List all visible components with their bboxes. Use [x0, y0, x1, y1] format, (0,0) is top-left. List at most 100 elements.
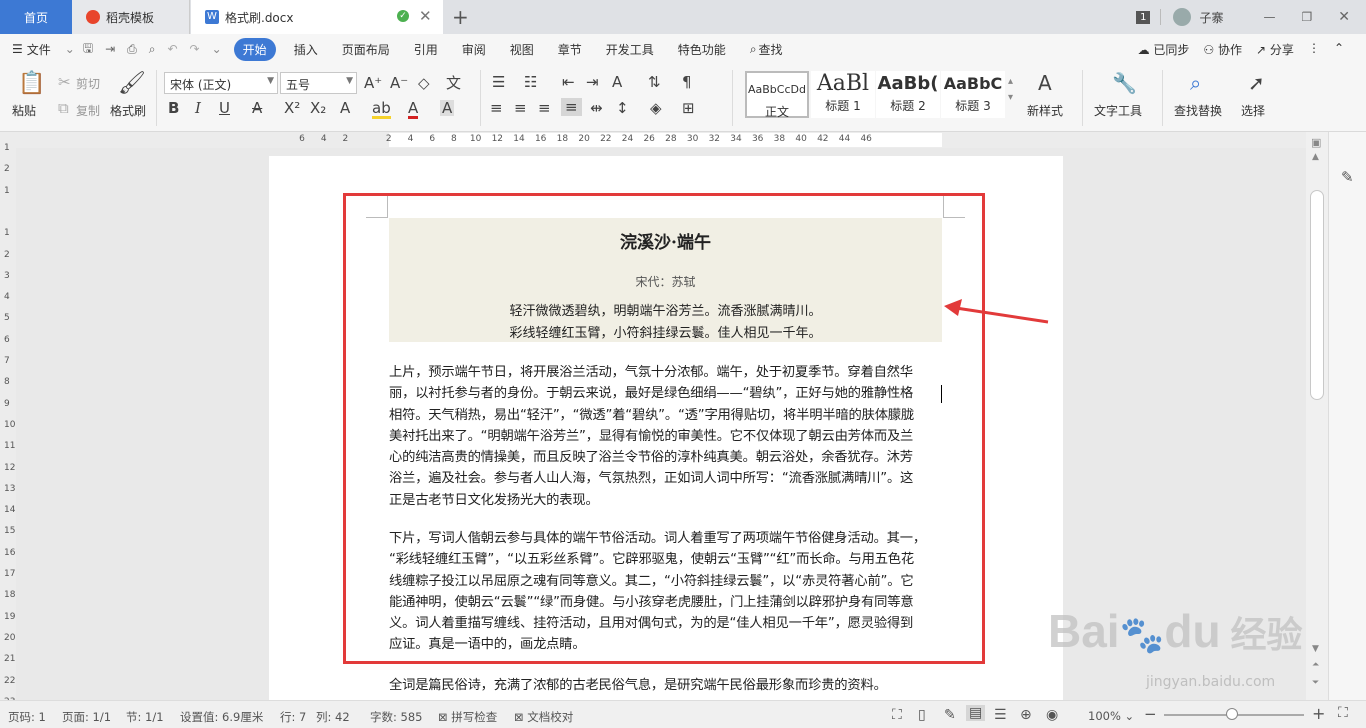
style-heading2[interactable]: AaBb( 标题 2	[876, 71, 940, 118]
text-effect-icon[interactable]: A	[340, 100, 350, 116]
status-pages[interactable]: 页面: 1/1	[62, 709, 111, 725]
zoom-select[interactable]: 100% ⌄	[1088, 709, 1134, 723]
menu-layout[interactable]: 页面布局	[342, 41, 390, 58]
export-icon[interactable]: ⇥	[105, 42, 115, 56]
format-painter-button[interactable]: 格式刷	[110, 102, 146, 119]
horizontal-ruler[interactable]: 6 4 2 2 4 6 8 10 12 14 16 18 20 22 24 26 28 30 32 34 36 38 40 4…	[0, 132, 1366, 148]
status-setting[interactable]: 设置值: 6.9厘米	[180, 709, 263, 725]
status-col[interactable]: 列: 42	[316, 709, 350, 725]
menu-chapter[interactable]: 章节	[558, 41, 582, 58]
fullscreen-icon[interactable]: ⛶	[892, 707, 902, 723]
menu-search[interactable]: 查找	[759, 41, 783, 58]
align-center-icon[interactable]: ≡	[514, 100, 527, 116]
status-page[interactable]: 页码: 1	[8, 709, 46, 725]
format-painter-icon[interactable]: 🖌	[118, 72, 146, 96]
print-icon[interactable]: ⎙	[127, 42, 137, 57]
shading-icon[interactable]: ◈	[650, 100, 662, 116]
font-name-select[interactable]: 宋体 (正文) ▼	[164, 72, 278, 94]
cursor-icon[interactable]: ➚	[1248, 72, 1265, 94]
menu-file[interactable]: 文件	[27, 41, 51, 58]
zoom-out-icon[interactable]: −	[1144, 705, 1157, 723]
cut-button[interactable]: 剪切	[76, 75, 100, 92]
avatar[interactable]	[1173, 8, 1192, 26]
wrench-icon[interactable]: 🔧	[1112, 72, 1137, 94]
line-spacing-icon[interactable]: ↕	[616, 100, 629, 116]
eye-protect-icon[interactable]: ◉	[1046, 707, 1058, 723]
save-icon[interactable]: 🖫	[83, 39, 93, 60]
style-heading1[interactable]: AaBl 标题 1	[811, 71, 875, 118]
proofread-button[interactable]: ⊠ 文档校对	[514, 709, 573, 725]
strikethrough-icon[interactable]: A	[252, 100, 262, 116]
font-size-select[interactable]: 五号 ▼	[280, 72, 357, 94]
underline-icon[interactable]: U	[219, 100, 230, 116]
zoom-slider-thumb[interactable]	[1226, 708, 1238, 720]
scrollbar-thumb[interactable]	[1310, 190, 1324, 400]
web-view-icon[interactable]: ⊕	[1020, 707, 1032, 723]
restore-icon[interactable]: ❐	[1302, 10, 1313, 24]
decrease-indent-icon[interactable]: ⇤	[562, 74, 575, 90]
collab-button[interactable]: ⚇ 协作	[1203, 41, 1242, 58]
increase-indent-icon[interactable]: ⇥	[586, 74, 599, 90]
prev-page-icon[interactable]: ⏶	[1312, 660, 1319, 670]
char-shading-icon[interactable]: A	[440, 100, 455, 116]
italic-icon[interactable]: I	[195, 100, 201, 116]
write-mode-icon[interactable]: ✎	[944, 707, 956, 723]
menu-features[interactable]: 特色功能	[678, 41, 726, 58]
menu-start[interactable]: 开始	[233, 37, 276, 61]
distribute-icon[interactable]: ⇹	[590, 100, 603, 116]
align-justify-icon[interactable]: ≡	[561, 98, 582, 116]
workspace-badge[interactable]: 1	[1136, 10, 1151, 24]
paragraph-3[interactable]: 全词是篇民俗诗，充满了浓郁的古老民俗气息，是研究端午民俗最形象而珍贵的资料。	[389, 675, 944, 696]
bold-icon[interactable]: B	[168, 100, 179, 116]
sync-status[interactable]: ☁ 已同步	[1138, 41, 1190, 58]
align-right-icon[interactable]: ≡	[538, 100, 551, 116]
shrink-font-icon[interactable]: A⁻	[390, 75, 408, 91]
page-view-icon[interactable]: ▤	[966, 705, 986, 721]
copy-button[interactable]: 复制	[76, 102, 100, 119]
redo-icon[interactable]: ↷	[190, 42, 200, 56]
superscript-icon[interactable]: X²	[284, 100, 300, 116]
font-color-icon[interactable]: A	[408, 100, 419, 119]
menu-developer[interactable]: 开发工具	[606, 41, 654, 58]
vertical-scrollbar[interactable]: ▣ ▲ ▼ ⏶ ⏷	[1306, 132, 1328, 700]
outline-view-icon[interactable]: ☰	[994, 707, 1007, 723]
user-name[interactable]: 子寨	[1199, 9, 1223, 26]
scroll-up-icon[interactable]: ▲	[1312, 152, 1319, 162]
status-row[interactable]: 行: 7	[280, 709, 306, 725]
tab-home[interactable]: 首页	[0, 0, 72, 34]
preview-icon[interactable]: ⌕	[149, 42, 156, 57]
close-tab-icon[interactable]: ✕	[419, 7, 432, 25]
status-section[interactable]: 节: 1/1	[126, 709, 164, 725]
hamburger-icon[interactable]: ☰	[12, 42, 23, 56]
paste-button[interactable]: 粘贴	[12, 102, 36, 119]
grow-font-icon[interactable]: A⁺	[364, 75, 382, 91]
menu-reference[interactable]: 引用	[414, 41, 438, 58]
subscript-icon[interactable]: X₂	[310, 100, 326, 116]
style-normal[interactable]: AaBbCcDd 正文	[745, 71, 809, 119]
cut-icon[interactable]: ✂	[58, 74, 71, 90]
sort-icon[interactable]: ⇅	[648, 74, 661, 90]
vertical-ruler[interactable]: 1211234567891011121314151617181920212223	[0, 143, 16, 707]
close-window-icon[interactable]: ✕	[1338, 9, 1350, 25]
chevron-down-icon[interactable]: ⌄	[65, 42, 75, 56]
gallery-scroll-icon[interactable]: ▴ ▾	[1008, 74, 1013, 106]
bullet-list-icon[interactable]: ☰	[492, 74, 505, 90]
minimize-icon[interactable]: —	[1264, 10, 1276, 24]
fit-page-icon[interactable]: ⛶	[1338, 705, 1348, 721]
reading-mode-icon[interactable]: ▯	[918, 707, 926, 723]
new-style-button[interactable]: 新样式	[1027, 102, 1063, 119]
tab-template[interactable]: 稻壳模板	[72, 0, 190, 34]
select-button[interactable]: 选择	[1241, 102, 1265, 119]
char-direction-icon[interactable]: A	[612, 74, 622, 90]
paste-icon[interactable]: 📋	[18, 72, 45, 96]
numbered-list-icon[interactable]: ☷	[524, 74, 537, 90]
new-style-icon[interactable]: A	[1038, 72, 1052, 94]
next-page-icon[interactable]: ⏷	[1312, 678, 1319, 688]
copy-icon[interactable]: ⧉	[58, 100, 69, 116]
share-button[interactable]: ↗ 分享	[1256, 41, 1294, 58]
text-tools-button[interactable]: 文字工具	[1094, 102, 1142, 119]
show-marks-icon[interactable]: ¶	[682, 74, 692, 90]
menu-insert[interactable]: 插入	[294, 41, 318, 58]
borders-icon[interactable]: ⊞	[682, 100, 695, 116]
more-icon[interactable]: ⌄	[212, 42, 222, 56]
